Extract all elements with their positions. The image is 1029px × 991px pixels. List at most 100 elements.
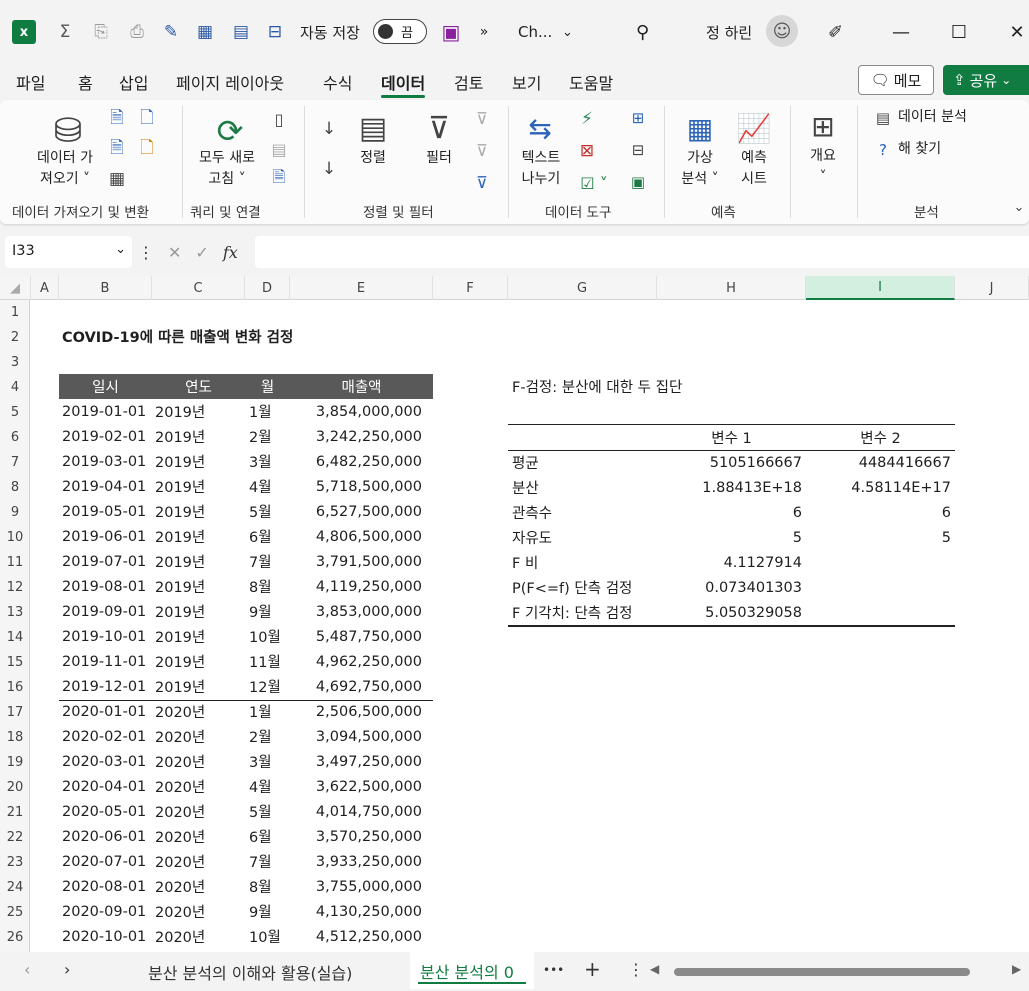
insert-function-icon[interactable]: fx — [223, 243, 238, 262]
column-header[interactable]: C — [152, 276, 245, 300]
table-cell[interactable]: 5,487,750,000 — [290, 624, 422, 649]
cancel-icon[interactable]: ✕ — [168, 243, 181, 262]
advanced-filter-icon[interactable]: ⊽ — [470, 170, 494, 194]
row-header[interactable]: 23 — [0, 850, 30, 875]
table-cell[interactable]: 2019년 — [155, 649, 245, 674]
ftest-row-label[interactable]: 분산 — [512, 475, 657, 500]
table-cell[interactable]: 2019-04-01 — [62, 474, 152, 499]
table-cell[interactable]: 9월 — [249, 599, 289, 624]
ftest-cell[interactable]: 4.58114E+17 — [806, 475, 951, 500]
table-header-cell[interactable]: 매출액 — [290, 374, 433, 399]
consolidate-icon[interactable]: ⊞ — [626, 106, 650, 130]
ftest-row-label[interactable]: F 기각치: 단측 검정 — [512, 600, 657, 625]
number-format-icon[interactable]: ⎙ — [124, 18, 150, 46]
edit-links-icon[interactable]: 🗎 — [268, 167, 290, 190]
column-header[interactable]: A — [31, 276, 59, 300]
table-cell[interactable]: 2019-08-01 — [62, 574, 152, 599]
ftest-row-label[interactable]: 자유도 — [512, 525, 657, 550]
table-cell[interactable]: 2020-08-01 — [62, 874, 152, 899]
table-cell[interactable]: 2019-09-01 — [62, 599, 152, 624]
ftest-cell[interactable]: 5 — [657, 525, 802, 550]
minimize-button[interactable]: — — [878, 18, 924, 46]
edit-icon[interactable]: ✎ — [158, 18, 184, 46]
format-painter-icon[interactable]: ⎘ — [88, 18, 114, 46]
table-cell[interactable]: 2019-06-01 — [62, 524, 152, 549]
remove-duplicates-icon[interactable]: ⊠ — [574, 138, 600, 164]
tab-data[interactable]: 데이터 — [381, 70, 426, 98]
table-icon[interactable]: ▤ — [228, 18, 254, 46]
ftest-header-var1[interactable]: 변수 1 — [657, 425, 806, 450]
row-header[interactable]: 17 — [0, 700, 30, 725]
reapply-filter-icon[interactable]: ⊽ — [470, 138, 494, 162]
table-cell[interactable]: 7월 — [249, 549, 289, 574]
table-cell[interactable]: 3,622,500,000 — [290, 774, 422, 799]
ftest-title[interactable]: F-검정: 분산에 대한 두 집단 — [512, 374, 682, 399]
enter-icon[interactable]: ✓ — [195, 243, 208, 262]
table-cell[interactable]: 2월 — [249, 724, 289, 749]
worksheet-grid[interactable]: ◢ A B C D E F G H I J 1 2 3 4 5 6 7 8 9 10 11 12 13 1… — [0, 276, 1029, 952]
autosave-toggle[interactable]: 끔 — [373, 19, 427, 44]
table-cell[interactable]: 2020-07-01 — [62, 849, 152, 874]
share-button[interactable]: ⇪ 공유 ⌄ — [943, 65, 1029, 95]
sort-button[interactable]: 정렬 — [353, 148, 393, 169]
flash-fill-icon[interactable]: ⚡ — [574, 106, 600, 132]
table-cell[interactable]: 3,497,250,000 — [290, 749, 422, 774]
close-button[interactable]: ✕ — [994, 18, 1029, 46]
table-cell[interactable]: 2020-09-01 — [62, 899, 152, 924]
solver-button[interactable]: 해 찾기 — [898, 139, 941, 160]
ftest-cell[interactable]: 6 — [657, 500, 802, 525]
table-cell[interactable]: 2월 — [249, 424, 289, 449]
table-cell[interactable]: 2020년 — [155, 899, 245, 924]
table-cell[interactable]: 2019년 — [155, 549, 245, 574]
table-cell[interactable]: 2019-11-01 — [62, 649, 152, 674]
table-cell[interactable]: 2019년 — [155, 524, 245, 549]
prev-sheet-icon[interactable]: ‹ — [24, 960, 30, 979]
table-cell[interactable]: 2019년 — [155, 449, 245, 474]
table-cell[interactable]: 2019년 — [155, 674, 245, 699]
table-cell[interactable]: 6월 — [249, 524, 289, 549]
table-cell[interactable]: 2020년 — [155, 699, 245, 724]
file-name[interactable]: Ch... — [518, 18, 552, 46]
more-commands-icon[interactable]: » — [474, 18, 494, 46]
chevron-down-icon[interactable]: ⌄ — [562, 18, 573, 46]
table-cell[interactable]: 2019년 — [155, 399, 245, 424]
clear-filter-icon[interactable]: ⊽ — [470, 106, 494, 130]
table-cell[interactable]: 2,506,500,000 — [290, 699, 422, 724]
column-header[interactable]: B — [59, 276, 152, 300]
table-cell[interactable]: 2019년 — [155, 624, 245, 649]
text-to-columns-button[interactable]: 텍스트 나누기 — [514, 148, 568, 190]
table-cell[interactable]: 2020년 — [155, 874, 245, 899]
outline-button[interactable]: 개요 ˅ — [800, 146, 846, 188]
formula-input[interactable] — [255, 236, 1029, 268]
row-header[interactable]: 25 — [0, 900, 30, 925]
table-cell[interactable]: 2019-10-01 — [62, 624, 152, 649]
row-header[interactable]: 4 — [0, 375, 30, 400]
sort-asc-icon[interactable]: ↓ — [316, 116, 342, 142]
column-header[interactable]: G — [508, 276, 657, 300]
table-cell[interactable]: 5월 — [249, 799, 289, 824]
ftest-cell[interactable]: 6 — [806, 500, 951, 525]
row-header[interactable]: 10 — [0, 525, 30, 550]
table-cell[interactable]: 4,806,500,000 — [290, 524, 422, 549]
scroll-left-icon[interactable]: ◀ — [650, 962, 659, 976]
data-validation-icon[interactable]: ☑ ˅ — [574, 170, 614, 196]
table-cell[interactable]: 8월 — [249, 874, 289, 899]
table-cell[interactable]: 10월 — [249, 624, 289, 649]
table-cell[interactable]: 3,755,000,000 — [290, 874, 422, 899]
refresh-all-button[interactable]: 모두 새로 고침 ˅ — [190, 148, 264, 190]
ftest-cell[interactable]: 1.88413E+18 — [657, 475, 802, 500]
sort-desc-icon[interactable]: ↓ — [316, 156, 342, 182]
column-header[interactable]: D — [245, 276, 290, 300]
recent-sources-icon[interactable]: 🗋 — [136, 108, 158, 130]
column-header[interactable]: J — [955, 276, 1029, 300]
horizontal-scrollbar[interactable] — [660, 966, 1022, 978]
table-cell[interactable]: 3,570,250,000 — [290, 824, 422, 849]
table-cell[interactable]: 2020년 — [155, 824, 245, 849]
table-cell[interactable]: 11월 — [249, 649, 289, 674]
table-cell[interactable]: 4,692,750,000 — [290, 674, 422, 699]
table-cell[interactable]: 2020-02-01 — [62, 724, 152, 749]
what-if-button[interactable]: 가상 분석 ˅ — [672, 148, 728, 190]
table-cell[interactable]: 12월 — [249, 674, 289, 699]
sheet-title[interactable]: COVID-19에 따른 매출액 변화 검정 — [62, 324, 293, 349]
tab-review[interactable]: 검토 — [454, 70, 483, 94]
